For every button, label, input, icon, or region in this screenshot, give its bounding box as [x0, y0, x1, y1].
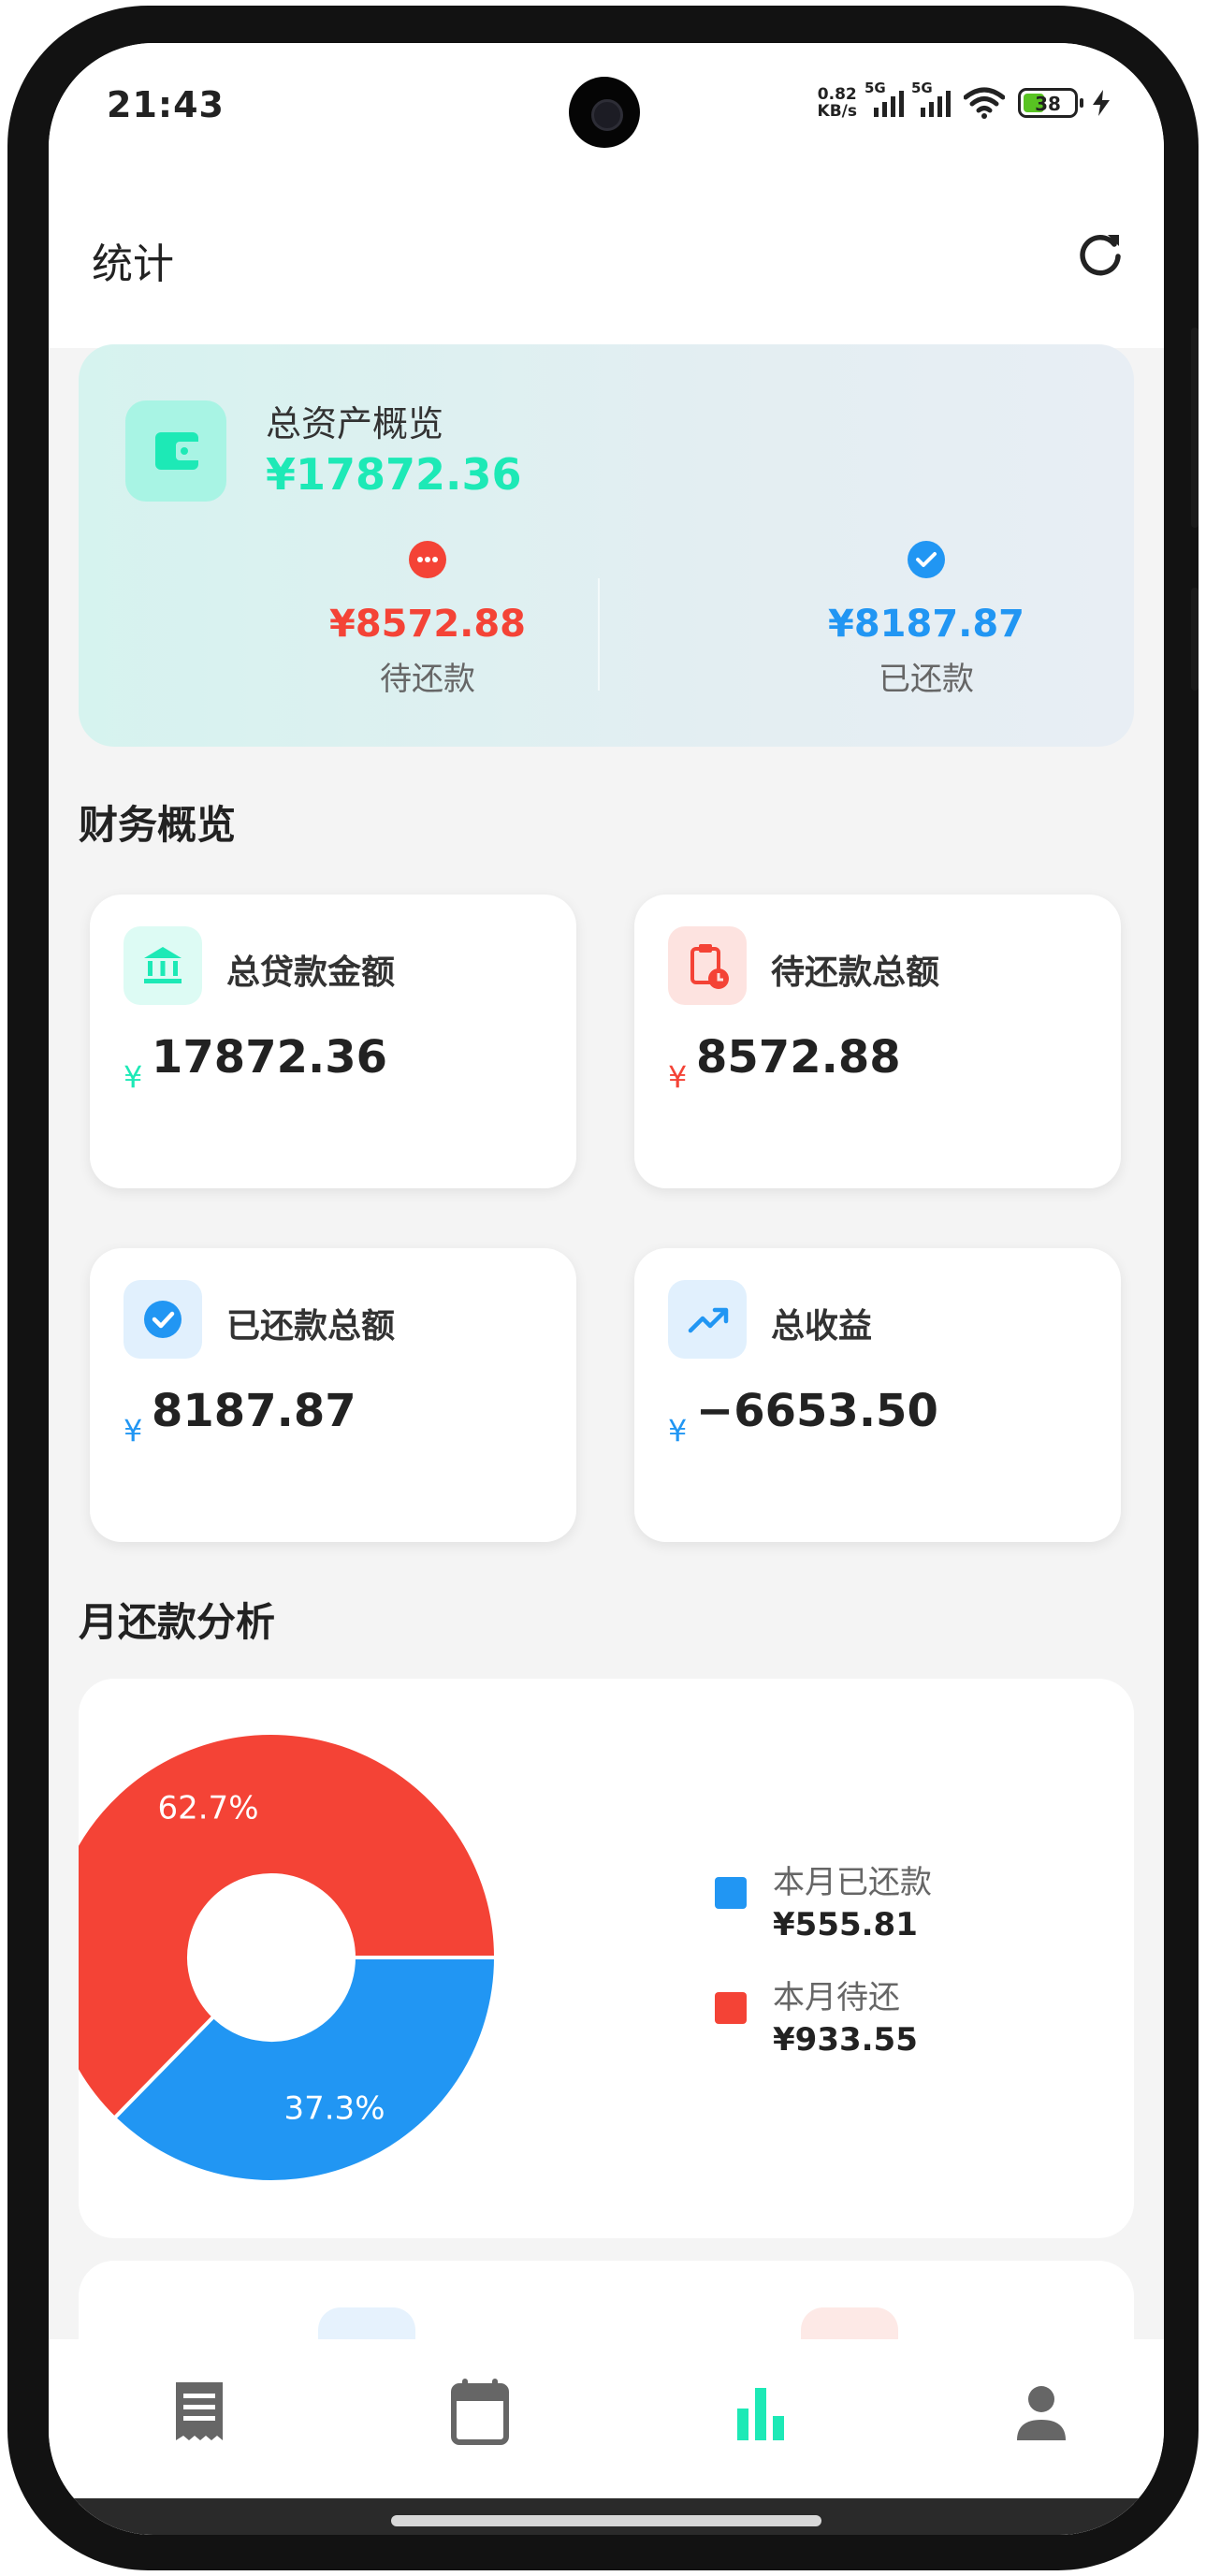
- divider: [598, 578, 600, 691]
- home-indicator[interactable]: [391, 2515, 821, 2526]
- stat-label: 待还款总额: [771, 953, 940, 992]
- overview-label: 总资产概览: [266, 403, 444, 444]
- clipboard-clock-icon: [668, 926, 747, 1005]
- stat-label: 已还款总额: [226, 1307, 396, 1346]
- legend-swatch: [715, 1877, 747, 1909]
- section-title-finance: 财务概览: [79, 802, 237, 848]
- pending-label: 待还款: [380, 661, 475, 698]
- battery-icon: 38: [1018, 88, 1083, 118]
- overview-paid: ¥8187.87 已还款: [772, 541, 1081, 699]
- page-title: 统计: [92, 240, 174, 288]
- legend-amount: ¥933.55: [773, 2021, 918, 2059]
- chart-legend: 本月已还款 ¥555.81 本月待还 ¥933.55: [715, 1856, 932, 2087]
- more-dots-icon: [409, 541, 446, 578]
- legend-name: 本月待还: [773, 1979, 900, 2016]
- screen: 21:43 0.82 KB/s 5G 5G 38 统计 总资产概览 ¥17872…: [49, 43, 1164, 2535]
- app-header: 统计: [49, 165, 1164, 348]
- paid-amount: ¥8187.87: [827, 603, 1025, 646]
- bank-icon: [124, 926, 202, 1005]
- overview-total: ¥17872.36: [266, 449, 522, 500]
- paid-label: 已还款: [879, 661, 974, 698]
- currency-symbol: ¥: [124, 1413, 143, 1448]
- stat-card-paid-total[interactable]: 已还款总额 ¥ 8187.87: [90, 1248, 576, 1542]
- network-speed: 0.82 KB/s: [817, 85, 857, 121]
- currency-symbol: ¥: [668, 1413, 688, 1448]
- stat-card-total-profit[interactable]: 总收益 ¥ −6653.50: [634, 1248, 1121, 1542]
- status-bar: 21:43 0.82 KB/s 5G 5G 38: [49, 43, 1164, 165]
- stat-card-total-loan[interactable]: 总贷款金额 ¥ 17872.36: [90, 895, 576, 1188]
- donut-chart: 37.3% 62.7%: [79, 1731, 499, 2184]
- status-time: 21:43: [107, 84, 225, 125]
- stat-value: 8572.88: [696, 1031, 901, 1084]
- signal-sim2-icon: 5G: [911, 80, 951, 117]
- device-frame: 21:43 0.82 KB/s 5G 5G 38 统计 总资产概览 ¥17872…: [0, 0, 1206, 2576]
- currency-symbol: ¥: [668, 1059, 688, 1095]
- donut-slice-label: 62.7%: [157, 1790, 258, 1827]
- monthly-repayment-chart-card: 37.3% 62.7% 本月已还款 ¥555.81 本月待还 ¥933.55: [79, 1679, 1134, 2238]
- legend-name: 本月已还款: [773, 1864, 932, 1901]
- legend-item-paid: 本月已还款 ¥555.81: [715, 1856, 932, 1943]
- asset-overview-card: 总资产概览 ¥17872.36 ¥8572.88 待还款 ¥8187.87 已还…: [79, 344, 1134, 747]
- stat-value: 8187.87: [152, 1385, 356, 1437]
- wifi-icon: [964, 87, 1005, 119]
- legend-swatch: [715, 1992, 747, 2024]
- legend-amount: ¥555.81: [773, 1906, 918, 1943]
- refresh-icon[interactable]: [1074, 228, 1126, 281]
- donut-slice-label: 37.3%: [283, 2089, 385, 2127]
- phone-body: 21:43 0.82 KB/s 5G 5G 38 统计 总资产概览 ¥17872…: [7, 6, 1199, 2570]
- charging-icon: [1093, 90, 1110, 116]
- wallet-icon: [125, 400, 226, 502]
- stat-value: −6653.50: [696, 1385, 938, 1437]
- bottom-navigation: [49, 2339, 1164, 2498]
- currency-symbol: ¥: [124, 1059, 143, 1095]
- front-camera: [569, 77, 640, 148]
- section-title-monthly: 月还款分析: [79, 1599, 276, 1645]
- check-circle-icon: [124, 1280, 202, 1359]
- check-circle-icon: [908, 541, 945, 578]
- signal-sim1-icon: 5G: [865, 80, 904, 117]
- volume-button: [1191, 327, 1199, 528]
- stat-card-pending-total[interactable]: 待还款总额 ¥ 8572.88: [634, 895, 1121, 1188]
- nav-calendar-icon[interactable]: [429, 2371, 531, 2455]
- trending-up-icon: [668, 1280, 747, 1359]
- nav-person-icon[interactable]: [990, 2371, 1093, 2455]
- nav-bar-chart-icon[interactable]: [709, 2371, 812, 2455]
- stat-label: 总收益: [771, 1307, 873, 1346]
- overview-pending: ¥8572.88 待还款: [273, 541, 582, 699]
- legend-item-pending: 本月待还 ¥933.55: [715, 1972, 932, 2059]
- nav-receipt-icon[interactable]: [148, 2371, 251, 2455]
- stat-label: 总贷款金额: [226, 953, 396, 992]
- stat-value: 17872.36: [152, 1031, 388, 1084]
- power-button: [1191, 588, 1199, 691]
- status-icons: 0.82 KB/s 5G 5G 38: [817, 80, 1112, 121]
- pending-amount: ¥8572.88: [328, 603, 527, 646]
